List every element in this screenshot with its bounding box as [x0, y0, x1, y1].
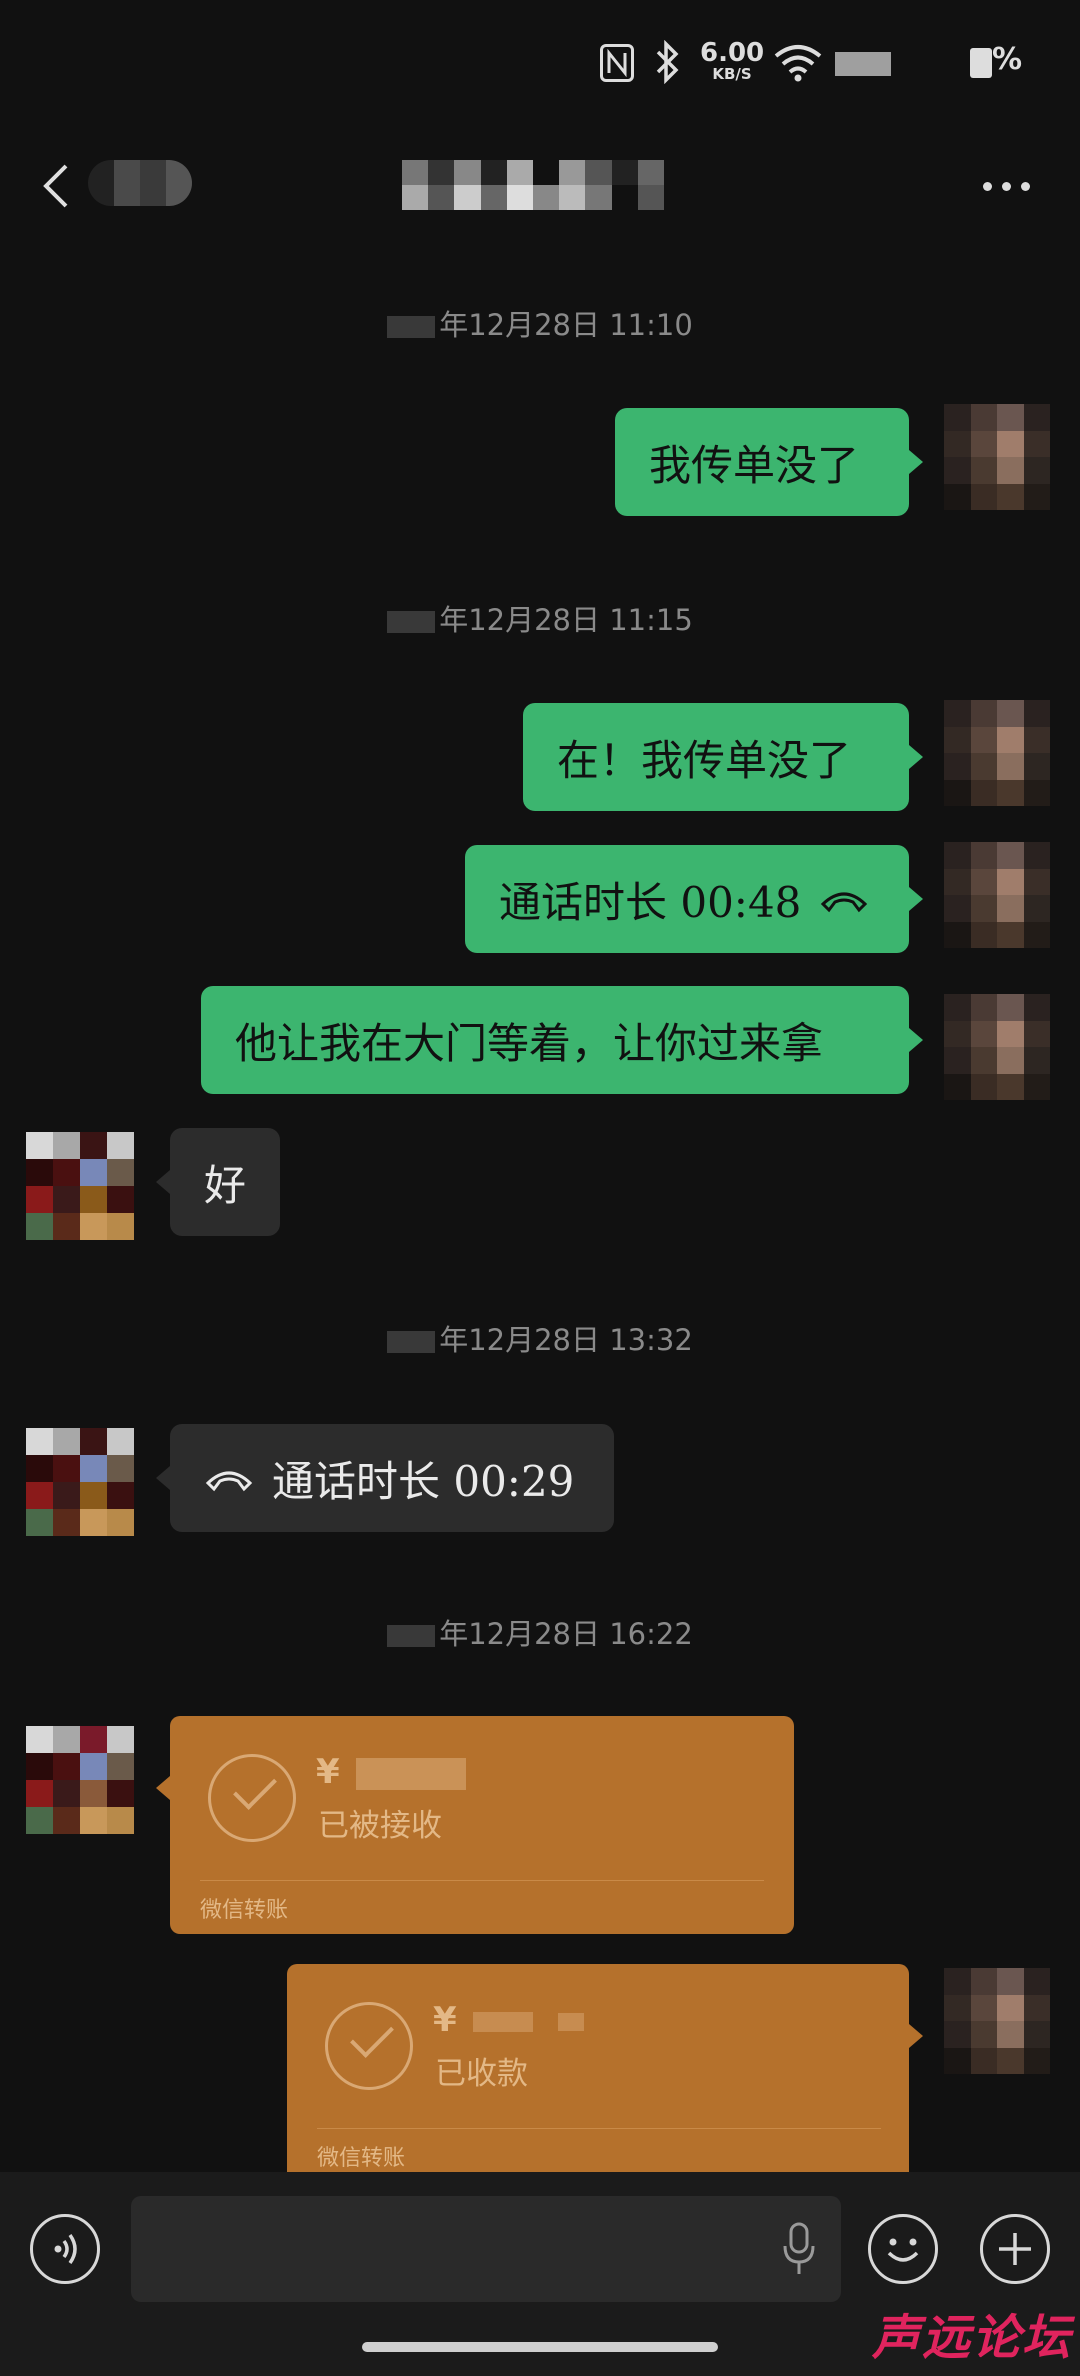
voice-mode-button[interactable]	[30, 2214, 100, 2284]
bluetooth-icon	[650, 39, 684, 88]
transfer-status: 已被接收	[318, 1808, 442, 1844]
microphone-icon[interactable]	[779, 2220, 819, 2280]
timestamp: 年12月28日 11:15	[0, 597, 1080, 639]
signal-blurred	[835, 52, 891, 76]
timestamp: 年12月28日 11:10	[0, 302, 1080, 344]
home-indicator[interactable]	[362, 2342, 718, 2352]
watermark-logo: 声远论坛	[871, 2310, 1072, 2366]
wifi-icon	[772, 42, 824, 86]
call-duration: 通话时长 00:48	[499, 877, 802, 927]
more-dots-icon[interactable]	[983, 182, 1030, 191]
status-bar: 6.00 KB/S %	[0, 0, 1080, 120]
check-circle-icon	[208, 1754, 296, 1842]
phone-hangup-icon	[205, 1471, 253, 1492]
transfer-card[interactable]: ¥ 已被接收 微信转账	[156, 1716, 794, 1934]
avatar[interactable]	[944, 1968, 1050, 2074]
speed-value: 6.00	[700, 38, 765, 68]
message-bubble[interactable]: 在！我传单没了	[523, 703, 923, 811]
plus-button[interactable]	[980, 2214, 1050, 2284]
transfer-amount: ¥	[433, 2000, 585, 2040]
unread-count-blurred	[88, 160, 192, 206]
battery-percent: %	[992, 42, 1023, 77]
chat-header	[0, 130, 1080, 240]
voice-mode-icon	[54, 2233, 77, 2265]
emoji-icon	[887, 2238, 919, 2262]
avatar[interactable]	[944, 404, 1050, 510]
message-text: 我传单没了	[649, 440, 860, 490]
check-circle-icon	[325, 2002, 413, 2090]
battery-icon	[970, 48, 992, 78]
chevron-left-icon	[43, 164, 68, 208]
avatar[interactable]	[944, 700, 1050, 806]
message-text: 在！我传单没了	[557, 735, 852, 785]
avatar[interactable]	[944, 994, 1050, 1100]
message-bubble[interactable]: 我传单没了	[615, 408, 923, 516]
avatar[interactable]	[944, 842, 1050, 948]
message-bubble[interactable]: 他让我在大门等着，让你过来拿	[201, 986, 923, 1094]
message-text: 他让我在大门等着，让你过来拿	[235, 1018, 824, 1068]
timestamp: 年12月28日 16:22	[0, 1611, 1080, 1653]
transfer-status: 已收款	[435, 2056, 528, 2092]
avatar[interactable]	[26, 1726, 134, 1834]
plus-icon	[999, 2233, 1031, 2265]
transfer-amount: ¥	[316, 1752, 466, 1792]
avatar[interactable]	[26, 1132, 134, 1240]
back-button[interactable]	[36, 156, 76, 216]
call-record-bubble[interactable]: 通话时长 00:48	[465, 845, 923, 953]
message-input[interactable]	[131, 2196, 841, 2302]
nfc-icon	[600, 44, 634, 82]
message-bubble[interactable]: 好	[156, 1128, 280, 1236]
call-record-bubble[interactable]: 通话时长 00:29	[156, 1424, 614, 1532]
emoji-button[interactable]	[868, 2214, 938, 2284]
contact-name-blurred[interactable]	[402, 160, 664, 210]
network-speed: 6.00 KB/S	[700, 40, 764, 82]
transfer-footer: 微信转账	[317, 2146, 406, 2171]
message-text: 好	[204, 1160, 247, 1210]
timestamp: 年12月28日 13:32	[0, 1317, 1080, 1359]
transfer-card[interactable]: ¥ 已收款 微信转账	[287, 1964, 923, 2174]
call-duration: 通话时长 00:29	[272, 1456, 575, 1506]
avatar[interactable]	[26, 1428, 134, 1536]
speed-unit: KB/S	[712, 65, 752, 83]
phone-hangup-icon	[821, 892, 868, 913]
transfer-footer: 微信转账	[200, 1898, 289, 1923]
